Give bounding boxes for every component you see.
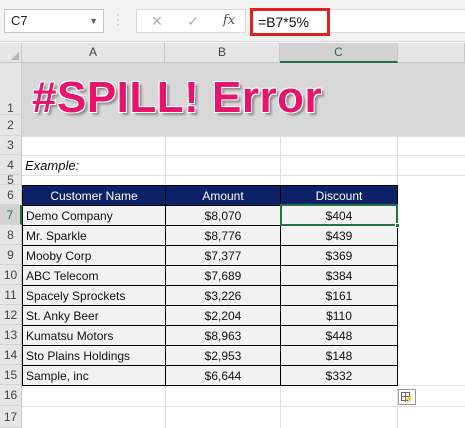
header-discount[interactable]: Discount [280,185,398,206]
table-row: ABC Telecom $7,689 $384 [22,265,398,286]
amount-cell[interactable]: $8,963 [165,325,281,346]
enter-icon[interactable]: ✓ [181,10,205,32]
table-header-row: Customer Name Amount Discount [22,185,398,206]
name-box-value: C7 [11,13,28,28]
example-label: Example: [25,158,80,173]
discount-cell[interactable]: $369 [280,245,398,266]
fill-handle[interactable] [395,223,400,228]
row-header-10[interactable]: 10 [0,265,22,285]
discount-cell[interactable]: $404 [280,205,398,226]
customer-cell[interactable]: Sample, inc [22,365,166,386]
formula-input[interactable]: =B7*5% [250,8,330,36]
row-header-5[interactable]: 5 [0,174,22,186]
row-header-16[interactable]: 16 [0,385,22,406]
gridline [22,175,465,176]
row-header-9[interactable]: 9 [0,245,22,265]
row-header-1[interactable]: 1 [0,63,22,115]
insert-function-icon[interactable]: fx [217,10,241,32]
name-box[interactable]: C7 ▼ [4,9,104,33]
row-header-17[interactable]: 17 [0,406,22,428]
header-amount[interactable]: Amount [165,185,281,206]
data-table: Customer Name Amount Discount Demo Compa… [22,185,398,386]
drag-handle-icon[interactable]: · · · [116,10,122,31]
discount-cell[interactable]: $384 [280,265,398,286]
row-header-2[interactable]: 2 [0,115,22,136]
table-row: Mooby Corp $7,377 $369 [22,245,398,266]
amount-cell[interactable]: $2,204 [165,305,281,326]
lightning-icon: ⚡ [404,395,414,404]
formula-bar: C7 ▼ · · · ✕ ✓ fx =B7*5% [0,0,465,42]
table-row: Sample, inc $6,644 $332 [22,365,398,386]
customer-cell[interactable]: Sto Plains Holdings [22,345,166,366]
gridline [22,136,465,137]
amount-cell[interactable]: $3,226 [165,285,281,306]
row-header-6[interactable]: 6 [0,185,22,205]
amount-cell[interactable]: $7,689 [165,265,281,286]
formula-buttons: ✕ ✓ fx [136,9,246,33]
table-row: Mr. Sparkle $8,776 $439 [22,225,398,246]
customer-cell[interactable]: Mooby Corp [22,245,166,266]
customer-cell[interactable]: Kumatsu Motors [22,325,166,346]
discount-cell[interactable]: $148 [280,345,398,366]
customer-cell[interactable]: Mr. Sparkle [22,225,166,246]
discount-cell[interactable]: $439 [280,225,398,246]
discount-cell[interactable]: $332 [280,365,398,386]
quick-analysis-button[interactable]: ⚡ [398,389,416,405]
amount-cell[interactable]: $8,070 [165,205,281,226]
amount-cell[interactable]: $2,953 [165,345,281,366]
row-header-7[interactable]: 7 [0,205,22,225]
row-header-13[interactable]: 13 [0,325,22,345]
row-header-15[interactable]: 15 [0,365,22,385]
row-header-3[interactable]: 3 [0,136,22,155]
table-row: Sto Plains Holdings $2,953 $148 [22,345,398,366]
column-header-a[interactable]: A [22,43,165,63]
column-header-d[interactable] [398,43,465,63]
customer-cell[interactable]: St. Anky Beer [22,305,166,326]
customer-cell[interactable]: ABC Telecom [22,265,166,286]
customer-cell[interactable]: Spacely Sprockets [22,285,166,306]
discount-cell[interactable]: $448 [280,325,398,346]
amount-cell[interactable]: $8,776 [165,225,281,246]
cancel-icon[interactable]: ✕ [145,10,169,32]
row-header-4[interactable]: 4 [0,155,22,175]
discount-cell[interactable]: $110 [280,305,398,326]
gridline [22,155,465,156]
customer-cell[interactable]: Demo Company [22,205,166,226]
table-row: Demo Company $8,070 $404 [22,205,398,226]
row-header-11[interactable]: 11 [0,285,22,305]
banner-title: #SPILL! Error [32,73,323,122]
row-header-14[interactable]: 14 [0,345,22,365]
table-row: Spacely Sprockets $3,226 $161 [22,285,398,306]
column-header-c[interactable]: C [280,43,398,63]
gridline [22,406,465,407]
chevron-down-icon[interactable]: ▼ [89,10,98,32]
select-all-button[interactable] [0,43,22,63]
amount-cell[interactable]: $6,644 [165,365,281,386]
discount-cell[interactable]: $161 [280,285,398,306]
table-row: St. Anky Beer $2,204 $110 [22,305,398,326]
amount-cell[interactable]: $7,377 [165,245,281,266]
column-header-b[interactable]: B [165,43,280,63]
formula-input-extension[interactable] [330,9,465,33]
row-header-8[interactable]: 8 [0,225,22,245]
table-row: Kumatsu Motors $8,963 $448 [22,325,398,346]
header-customer-name[interactable]: Customer Name [22,185,166,206]
row-header-12[interactable]: 12 [0,305,22,325]
